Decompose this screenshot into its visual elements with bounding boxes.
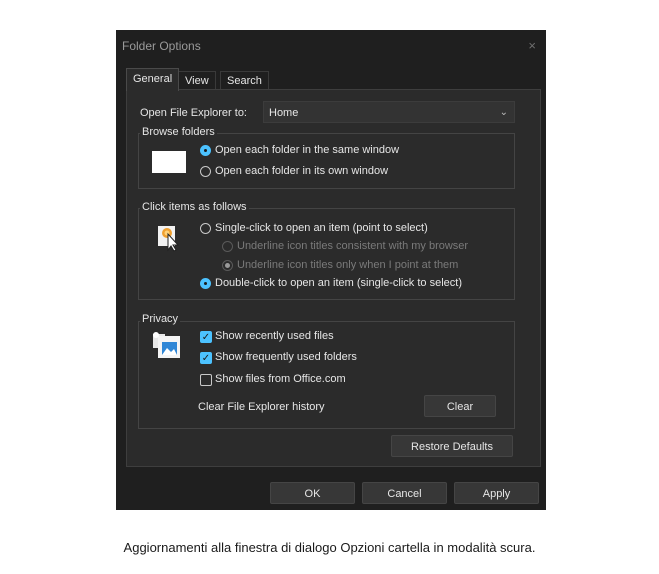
frequent-folders-checkbox[interactable]: ✓: [200, 352, 212, 364]
click-cursor-icon: [156, 224, 182, 252]
cancel-button[interactable]: Cancel: [362, 482, 447, 504]
browse-folders-group: [138, 133, 515, 189]
clear-button[interactable]: Clear: [424, 395, 496, 417]
title-bar: Folder Options ×: [116, 30, 546, 62]
open-explorer-dropdown[interactable]: Home ⌄: [263, 101, 515, 123]
underline-point-label: Underline icon titles only when I point …: [237, 259, 459, 271]
office-files-label: Show files from Office.com: [215, 373, 346, 385]
apply-button[interactable]: Apply: [454, 482, 539, 504]
own-window-radio[interactable]: [200, 166, 211, 177]
dialog-title: Folder Options: [122, 39, 201, 53]
double-click-label: Double-click to open an item (single-cli…: [215, 277, 462, 289]
window-preview-icon: [152, 151, 186, 173]
restore-defaults-button[interactable]: Restore Defaults: [391, 435, 513, 457]
folder-options-dialog: Folder Options × General View Search Ope…: [116, 30, 546, 510]
click-items-title: Click items as follows: [140, 201, 249, 213]
underline-point-radio[interactable]: [222, 260, 233, 271]
frequent-folders-label: Show frequently used folders: [215, 351, 357, 363]
same-window-radio[interactable]: [200, 145, 211, 156]
open-explorer-value: Home: [269, 107, 299, 119]
clear-history-label: Clear File Explorer history: [198, 401, 325, 413]
privacy-icon: [152, 330, 186, 362]
privacy-title: Privacy: [140, 313, 181, 325]
own-window-label: Open each folder in its own window: [215, 165, 389, 177]
recent-files-label: Show recently used files: [215, 330, 334, 342]
single-click-label: Single-click to open an item (point to s…: [215, 222, 428, 234]
image-caption: Aggiornamenti alla finestra di dialogo O…: [123, 540, 536, 555]
browse-folders-title: Browse folders: [140, 126, 217, 138]
double-click-radio[interactable]: [200, 278, 211, 289]
open-explorer-label: Open File Explorer to:: [140, 107, 247, 119]
underline-browser-radio[interactable]: [222, 241, 233, 252]
same-window-label: Open each folder in the same window: [215, 144, 400, 156]
single-click-radio[interactable]: [200, 223, 211, 234]
tab-general[interactable]: General: [126, 68, 180, 91]
underline-browser-label: Underline icon titles consistent with my…: [237, 240, 469, 252]
office-files-checkbox[interactable]: [200, 374, 212, 386]
close-icon[interactable]: ×: [528, 38, 536, 53]
ok-button[interactable]: OK: [270, 482, 355, 504]
recent-files-checkbox[interactable]: ✓: [200, 331, 212, 343]
chevron-down-icon: ⌄: [499, 107, 508, 118]
